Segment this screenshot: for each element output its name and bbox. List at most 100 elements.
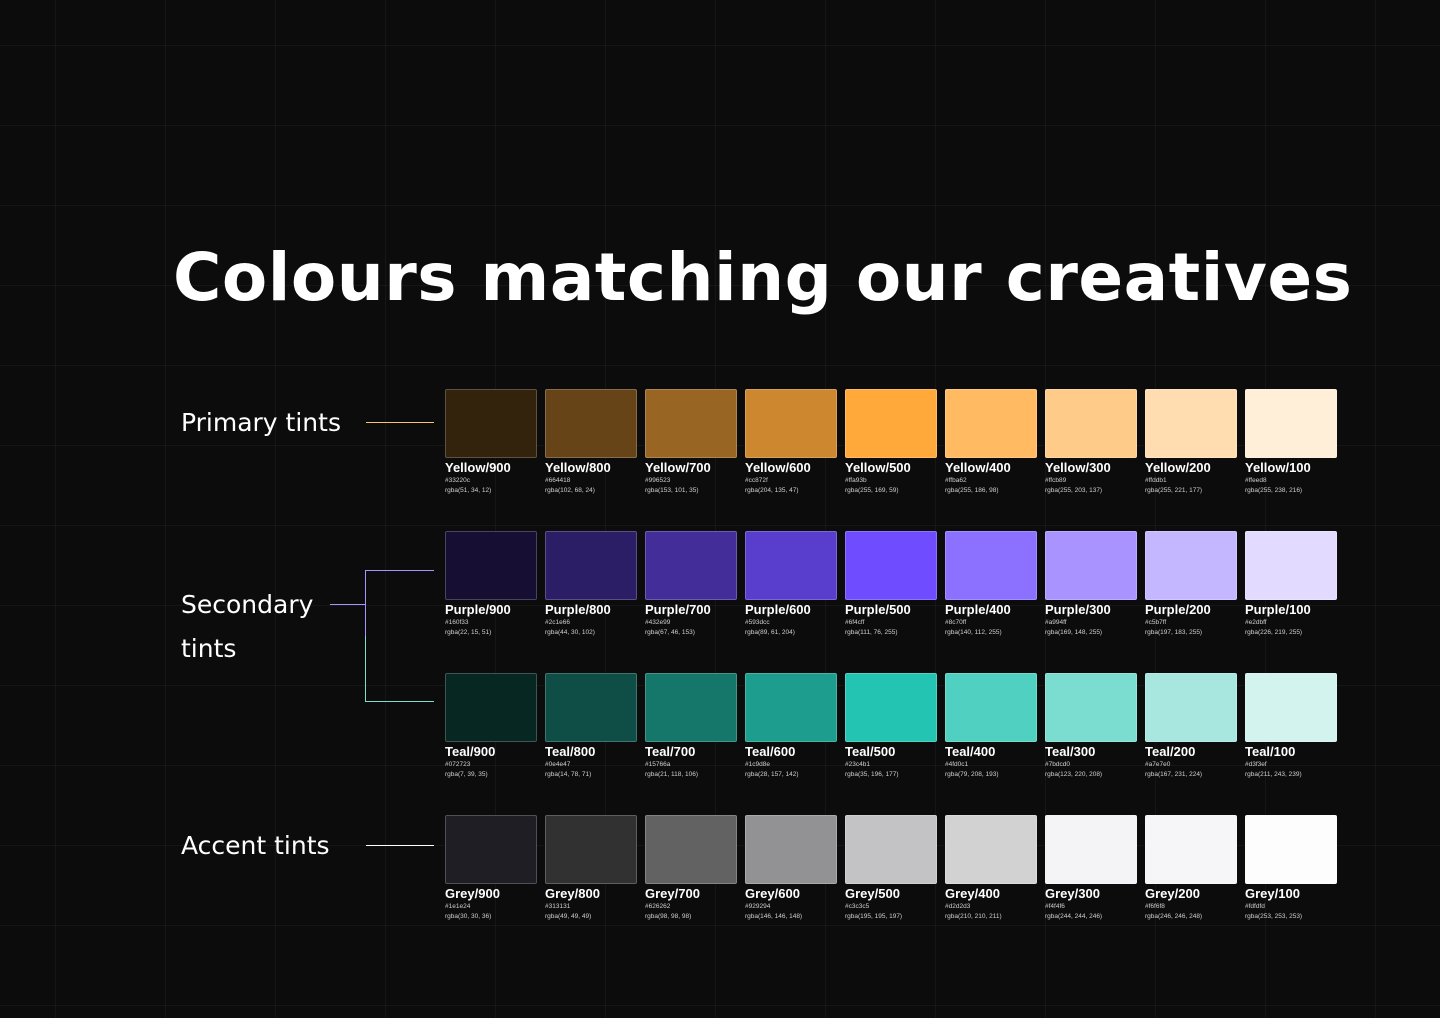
swatch-row-purple: Purple/900 #160f33 rgba(22, 15, 51) Purple/… [445,531,1345,651]
swatch-yellow-2: Yellow/800 #664418 rgba(102, 68, 24) [545,389,637,496]
color-chip [745,815,837,884]
swatch-grey-7: Grey/300 #f4f4f6 rgba(244, 244, 246) [1045,815,1137,922]
swatch-name: Yellow/500 [845,460,911,475]
swatch-hex: #2c1e66 [545,619,570,626]
swatch-name: Yellow/200 [1145,460,1211,475]
secondary-tints-label-line2: tints [181,634,237,663]
color-chip [945,815,1037,884]
swatch-yellow-3: Yellow/700 #996523 rgba(153, 101, 35) [645,389,737,496]
swatch-hex: #23c4b1 [845,761,870,768]
swatch-rgba: rgba(255, 169, 59) [845,487,899,494]
swatch-yellow-9: Yellow/100 #ffeed8 rgba(255, 238, 216) [1245,389,1337,496]
swatch-name: Grey/900 [445,886,500,901]
swatch-teal-5: Teal/500 #23c4b1 rgba(35, 196, 177) [845,673,937,780]
swatch-teal-9: Teal/100 #d3f3ef rgba(211, 243, 239) [1245,673,1337,780]
swatch-teal-1: Teal/900 #072723 rgba(7, 39, 35) [445,673,537,780]
swatch-grey-1: Grey/900 #1e1e24 rgba(30, 30, 36) [445,815,537,922]
swatch-name: Purple/200 [1145,602,1211,617]
swatch-name: Teal/100 [1245,744,1296,759]
swatch-name: Grey/400 [945,886,1000,901]
color-chip [645,389,737,458]
swatch-row-yellow: Yellow/900 #33220c rgba(51, 34, 12) Yellow/… [445,389,1345,509]
swatch-name: Teal/700 [645,744,696,759]
primary-tints-label: Primary tints [181,408,341,437]
page-title: Colours matching our creatives [173,239,1353,316]
swatch-grey-9: Grey/100 #fdfdfd rgba(253, 253, 253) [1245,815,1337,922]
swatch-name: Purple/700 [645,602,711,617]
swatch-hex: #996523 [645,477,671,484]
swatch-teal-2: Teal/800 #0e4e47 rgba(14, 78, 71) [545,673,637,780]
swatch-hex: #4fd0c1 [945,761,969,768]
color-chip [1145,531,1237,600]
swatch-name: Purple/900 [445,602,511,617]
swatch-name: Purple/600 [745,602,811,617]
color-chip [845,531,937,600]
color-chip [545,815,637,884]
swatch-name: Yellow/700 [645,460,711,475]
swatch-rgba: rgba(211, 243, 239) [1245,771,1302,778]
swatch-rgba: rgba(35, 196, 177) [845,771,899,778]
swatch-hex: #f4f4f6 [1045,903,1065,910]
color-chip [445,815,537,884]
swatch-rgba: rgba(255, 203, 137) [1045,487,1103,494]
color-chip [445,531,537,600]
swatch-grey-5: Grey/500 #c3c3c5 rgba(195, 195, 197) [845,815,937,922]
swatch-rgba: rgba(146, 146, 148) [745,913,803,920]
swatch-hex: #f6f6f8 [1145,903,1165,910]
color-chip [1145,673,1237,742]
swatch-rgba: rgba(253, 253, 253) [1245,913,1303,920]
swatch-hex: #929294 [745,903,771,910]
swatch-hex: #664418 [545,477,571,484]
swatch-rgba: rgba(246, 246, 248) [1145,913,1203,920]
swatch-name: Grey/200 [1145,886,1200,901]
swatch-name: Teal/300 [1045,744,1096,759]
color-chip [445,673,537,742]
swatch-name: Yellow/600 [745,460,811,475]
swatch-name: Grey/100 [1245,886,1300,901]
accent-tints-label: Accent tints [181,831,330,860]
swatch-hex: #33220c [445,477,470,484]
swatch-hex: #072723 [445,761,471,768]
color-chip [645,531,737,600]
swatch-rgba: rgba(102, 68, 24) [545,487,595,494]
color-chip [545,673,637,742]
swatch-hex: #fdfdfd [1245,903,1265,910]
color-chip [645,673,737,742]
swatch-rgba: rgba(21, 118, 106) [645,771,698,778]
swatch-teal-3: Teal/700 #15766a rgba(21, 118, 106) [645,673,737,780]
color-chip [545,389,637,458]
swatch-yellow-5: Yellow/500 #ffa93b rgba(255, 169, 59) [845,389,937,496]
swatch-hex: #c3c3c5 [845,903,870,910]
accent-connector-line [366,845,434,846]
swatch-name: Yellow/400 [945,460,1011,475]
swatch-name: Teal/500 [845,744,896,759]
swatch-purple-8: Purple/200 #c5b7ff rgba(197, 183, 255) [1145,531,1237,638]
swatch-hex: #593dcc [745,619,770,626]
swatch-name: Teal/600 [745,744,796,759]
color-chip [1145,815,1237,884]
swatch-hex: #160f33 [445,619,469,626]
swatch-hex: #15766a [645,761,671,768]
swatch-name: Purple/800 [545,602,611,617]
swatch-purple-5: Purple/500 #6f4cff rgba(111, 76, 255) [845,531,937,638]
swatch-rgba: rgba(255, 186, 98) [945,487,999,494]
swatch-rgba: rgba(14, 78, 71) [545,771,592,778]
swatch-name: Yellow/900 [445,460,511,475]
color-chip [845,673,937,742]
swatch-name: Grey/500 [845,886,900,901]
swatch-rgba: rgba(98, 98, 98) [645,913,692,920]
swatch-hex: #ffba62 [945,477,967,484]
swatch-hex: #a7e7e0 [1145,761,1171,768]
swatch-rgba: rgba(195, 195, 197) [845,913,903,920]
swatch-rgba: rgba(210, 210, 211) [945,913,1002,920]
swatch-name: Grey/300 [1045,886,1100,901]
swatch-purple-9: Purple/100 #e2dbff rgba(226, 219, 255) [1245,531,1337,638]
color-chip [745,389,837,458]
swatch-name: Purple/300 [1045,602,1111,617]
swatch-name: Purple/100 [1245,602,1311,617]
swatch-rgba: rgba(167, 231, 224) [1145,771,1203,778]
color-chip [1045,389,1137,458]
swatch-hex: #626262 [645,903,671,910]
color-chip [745,531,837,600]
swatch-rgba: rgba(226, 219, 255) [1245,629,1303,636]
